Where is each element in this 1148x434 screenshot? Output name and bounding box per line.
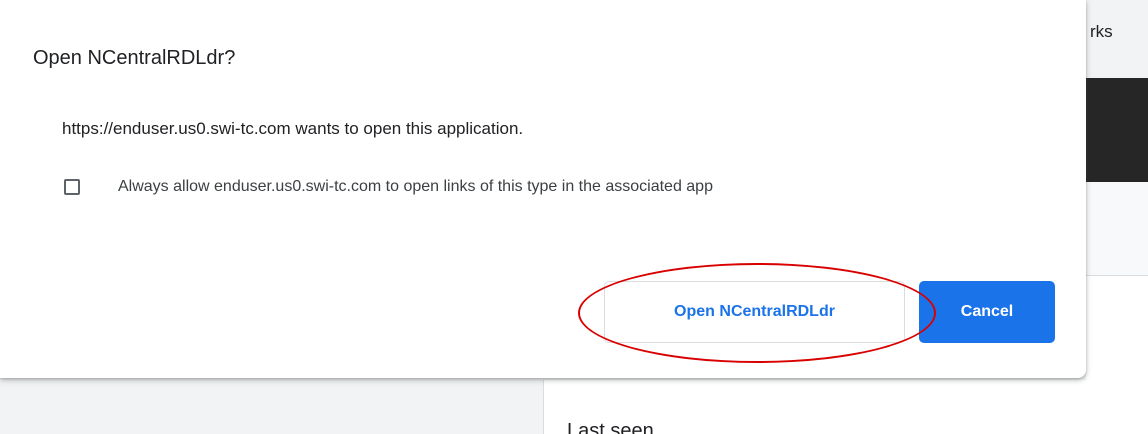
page-bottom-left-panel [0,380,543,434]
always-allow-checkbox[interactable] [64,179,80,195]
always-allow-label[interactable]: Always allow enduser.us0.swi-tc.com to o… [118,178,713,196]
page-content-area [1086,276,1148,386]
bookmarks-fragment: rks [1090,22,1113,41]
dialog-message: https://enduser.us0.swi-tc.com wants to … [62,119,524,138]
always-allow-row: Always allow enduser.us0.swi-tc.com to o… [64,178,713,196]
page-light-panel [1086,182,1148,276]
open-app-dialog: Open NCentralRDLdr? https://enduser.us0.… [0,0,1086,378]
last-seen-heading: Last seen [567,420,654,434]
cancel-button[interactable]: Cancel [919,281,1055,343]
dialog-title: Open NCentralRDLdr? [33,47,236,69]
open-app-button[interactable]: Open NCentralRDLdr [604,281,905,343]
page-dark-banner [1086,78,1148,182]
